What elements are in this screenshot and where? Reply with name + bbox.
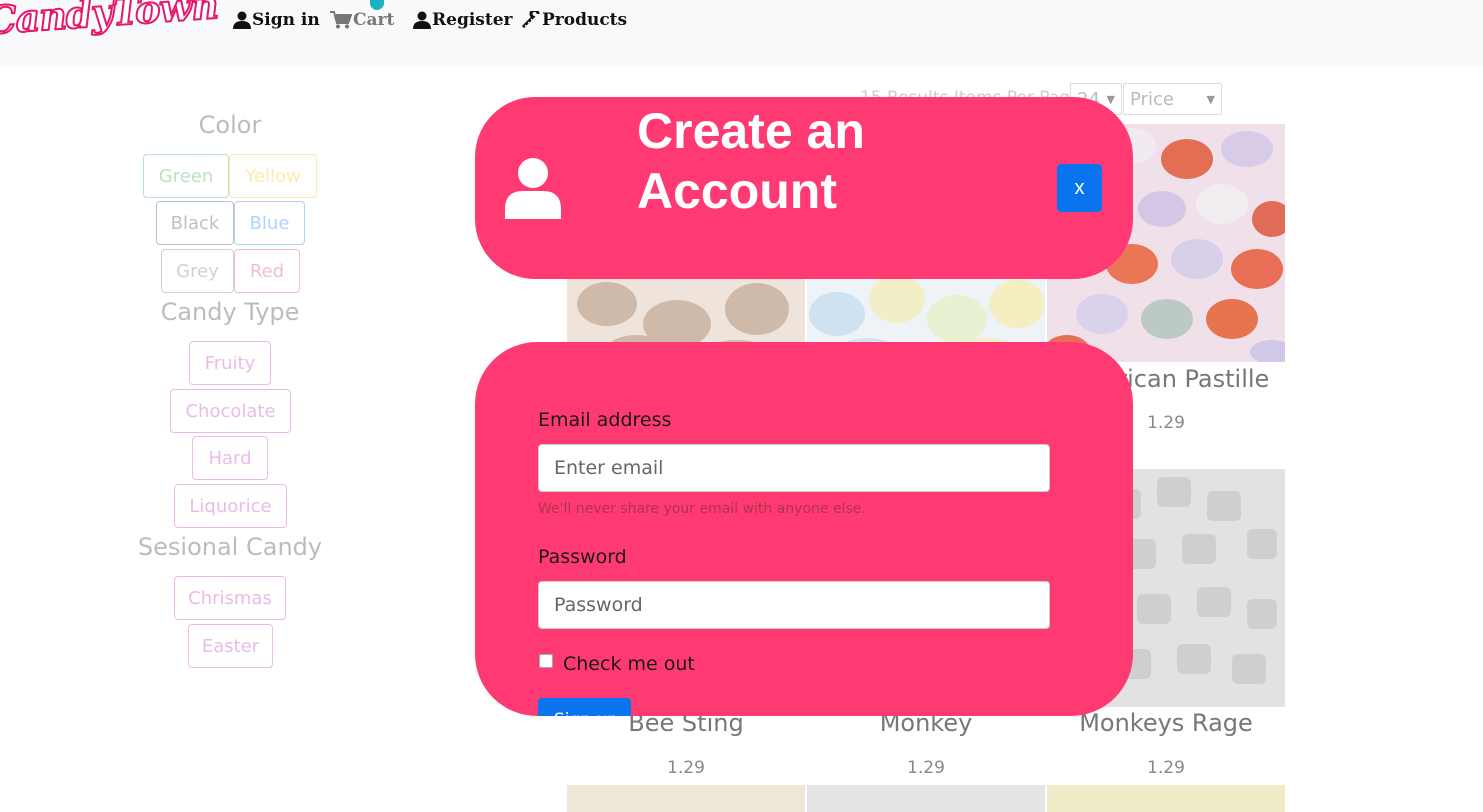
type-filter-fruity[interactable]: Fruity (189, 341, 271, 385)
nav-cart[interactable]: Cart (330, 0, 395, 32)
product-price: 1.29 (907, 758, 945, 778)
season-filter-christmas[interactable]: Chrismas (174, 576, 286, 620)
user-icon (233, 11, 251, 29)
nav-sign-in[interactable]: Sign in (233, 8, 320, 32)
candytown-logo[interactable]: CandyTown (0, 0, 220, 44)
email-label: Email address (538, 409, 672, 431)
password-placeholder: Password (554, 594, 643, 616)
user-icon (413, 11, 431, 29)
nav-cart-label: Cart (353, 10, 395, 30)
modal-title: Create an Account (637, 103, 865, 219)
close-button[interactable]: x (1057, 164, 1102, 212)
cart-icon (330, 11, 352, 29)
nav-products-label: Products (542, 10, 628, 30)
email-help-text: We'll never share your email with anyone… (538, 501, 866, 517)
product-card[interactable] (807, 785, 1045, 812)
product-card[interactable] (567, 785, 805, 812)
type-filter-chocolate[interactable]: Chocolate (170, 389, 291, 433)
sign-up-button[interactable]: Sign up (538, 698, 631, 716)
nav-register[interactable]: Register (413, 8, 512, 32)
nav-products[interactable]: Products (521, 8, 627, 32)
email-placeholder: Enter email (554, 457, 664, 479)
sort-value: Price (1130, 88, 1174, 110)
cart-count-badge (370, 0, 384, 10)
color-filter-title: Color (198, 111, 262, 139)
check-me-out-label[interactable]: Check me out (563, 653, 695, 675)
navbar: CandyTown Sign in Cart Register Products (0, 0, 1483, 65)
season-filter-easter[interactable]: Easter (188, 624, 273, 668)
type-filter-hard[interactable]: Hard (192, 436, 268, 480)
create-account-modal-header: Create an Account x (475, 97, 1133, 279)
product-card[interactable] (1047, 785, 1285, 812)
password-field[interactable]: Password (538, 581, 1050, 629)
color-filter-grey[interactable]: Grey (161, 249, 234, 293)
filter-sidebar: Color Green Yellow Black Blue Grey Red C… (112, 84, 348, 695)
color-filter-red[interactable]: Red (234, 249, 300, 293)
product-price: 1.29 (1147, 758, 1185, 778)
check-me-out-checkbox[interactable] (539, 654, 553, 668)
type-filter-liquorice[interactable]: Liquorice (174, 484, 287, 528)
chevron-down-icon: ▼ (1206, 92, 1215, 106)
seasonal-candy-title: Sesional Candy (137, 533, 323, 561)
candy-cane-icon (521, 11, 540, 29)
product-price: 1.29 (667, 758, 705, 778)
chevron-down-icon: ▼ (1106, 92, 1115, 106)
create-account-form: Email address Enter email We'll never sh… (475, 342, 1133, 716)
nav-register-label: Register (432, 10, 513, 30)
color-filter-black[interactable]: Black (156, 201, 234, 245)
color-filter-blue[interactable]: Blue (234, 201, 305, 245)
password-label: Password (538, 546, 627, 568)
email-field[interactable]: Enter email (538, 444, 1050, 492)
color-filter-green[interactable]: Green (143, 154, 229, 198)
sort-select[interactable]: Price ▼ (1123, 83, 1222, 115)
candy-type-title: Candy Type (160, 298, 300, 326)
user-icon (505, 158, 561, 219)
color-filter-yellow[interactable]: Yellow (229, 154, 317, 198)
nav-sign-in-label: Sign in (252, 10, 320, 30)
